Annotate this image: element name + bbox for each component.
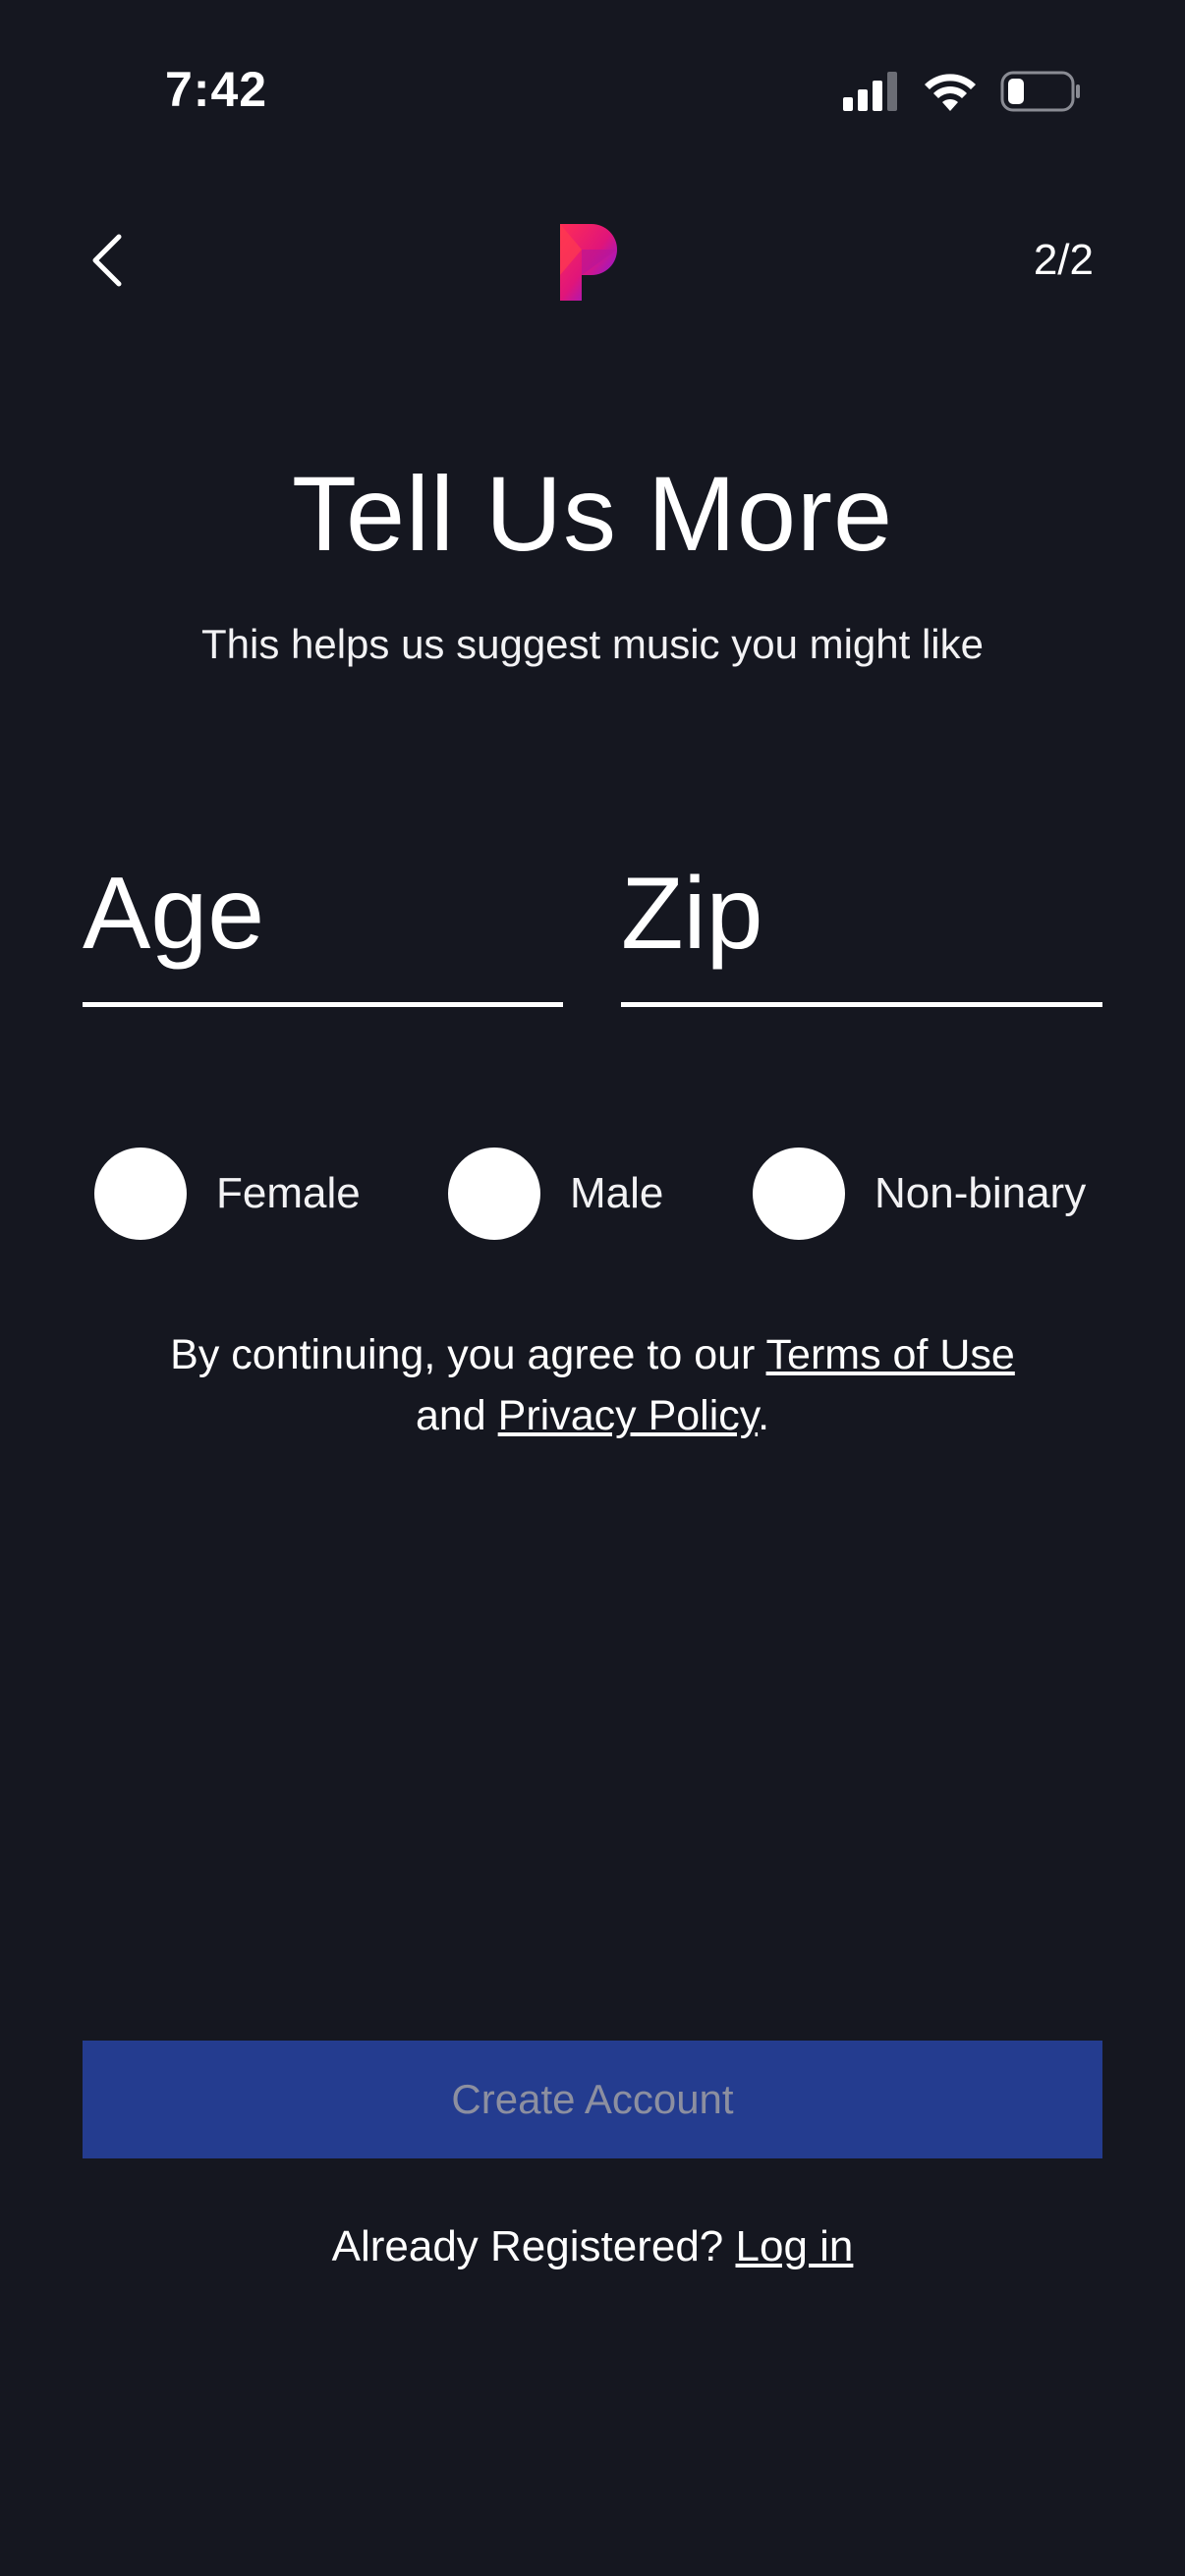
back-button[interactable] [83,228,132,297]
login-link[interactable]: Log in [736,2222,854,2270]
zip-input[interactable] [621,845,1102,982]
legal-prefix: By continuing, you agree to our [170,1331,766,1378]
gender-option-male[interactable]: Male [448,1148,663,1240]
privacy-policy-link[interactable]: Privacy Policy [498,1392,758,1439]
wifi-icon [924,72,977,116]
legal-text: By continuing, you agree to our Terms of… [0,1324,1185,1446]
gender-radio-group: Female Male Non-binary [94,1148,1106,1242]
terms-of-use-link[interactable]: Terms of Use [766,1331,1015,1378]
battery-icon [1000,71,1081,117]
page-title: Tell Us More [291,454,894,573]
zip-field-container [621,845,1102,1007]
create-account-button[interactable]: Create Account [83,2041,1102,2158]
age-field-container [83,845,563,1007]
login-prefix: Already Registered? [331,2222,736,2270]
gender-option-label: Female [216,1169,361,1217]
status-time: 7:42 [165,62,268,117]
age-input[interactable] [83,845,563,982]
login-prompt: Already Registered? Log in [0,2222,1185,2271]
gender-option-nonbinary[interactable]: Non-binary [753,1148,1086,1240]
status-icons [843,71,1081,117]
page-subtitle: This helps us suggest music you might li… [200,621,984,667]
pandora-logo [560,224,625,301]
radio-circle[interactable] [94,1148,187,1240]
gender-option-label: Non-binary [875,1169,1087,1217]
signup-screen: 7:42 2/2 Tell Us More This helps us sugg… [0,0,1185,2576]
legal-middle: and [415,1392,498,1439]
cellular-signal-icon [843,72,900,116]
radio-circle[interactable] [753,1148,845,1240]
radio-circle[interactable] [448,1148,540,1240]
gender-option-label: Male [570,1169,664,1217]
legal-suffix: . [758,1392,770,1439]
chevron-left-icon [89,233,125,293]
gender-option-female[interactable]: Female [94,1148,361,1240]
step-counter: 2/2 [1033,236,1094,284]
